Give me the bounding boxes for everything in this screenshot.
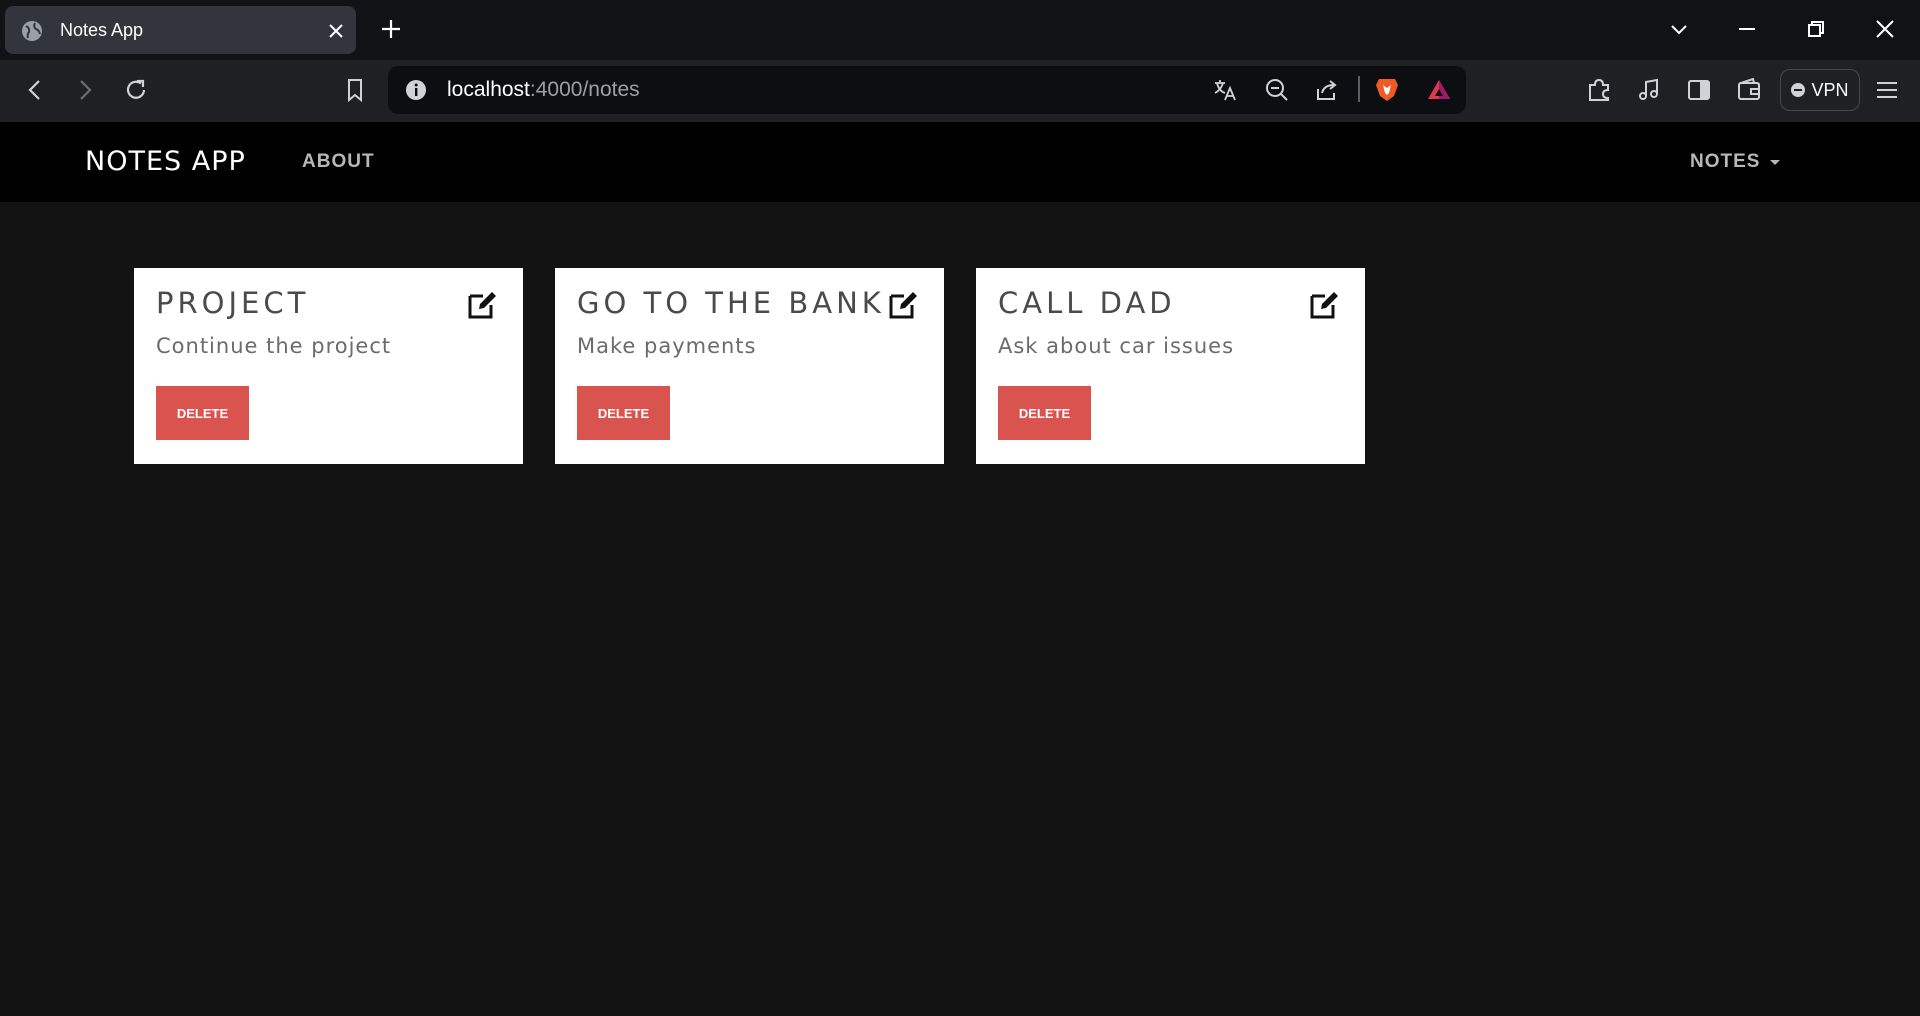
caret-down-icon [1770,159,1781,165]
puzzle-icon[interactable] [1586,77,1612,103]
vpn-button[interactable]: VPN [1780,69,1860,111]
share-icon[interactable] [1314,77,1340,103]
app-navbar: NOTES APP ABOUT NOTES [0,122,1920,202]
globe-icon [22,21,42,41]
nav-notes-label: NOTES [1690,151,1761,172]
chevron-down-icon[interactable] [1668,18,1690,40]
close-icon[interactable] [327,22,345,40]
vpn-status-icon [1791,83,1806,97]
reload-icon[interactable] [123,77,149,103]
wallet-icon[interactable] [1736,77,1762,103]
edit-icon[interactable] [888,290,920,320]
note-card: PROJECT Continue the project DELETE [134,268,523,464]
music-note-icon[interactable] [1636,77,1662,103]
tab-strip: Notes App [0,0,1920,60]
note-title: CALL DAD [998,286,1176,320]
close-window-icon[interactable] [1874,18,1896,40]
triangle-icon[interactable] [1426,77,1452,103]
note-card: CALL DAD Ask about car issues DELETE [976,268,1365,464]
note-body: Ask about car issues [998,334,1235,358]
vpn-label: VPN [1811,79,1849,100]
minimize-icon[interactable] [1736,18,1758,40]
edit-icon[interactable] [1309,290,1341,320]
delete-button[interactable]: DELETE [156,386,249,440]
tab-title: Notes App [60,20,144,40]
nav-about-link[interactable]: ABOUT [302,122,375,202]
note-body: Continue the project [156,334,392,358]
plus-icon[interactable] [380,18,402,40]
nav-notes-dropdown[interactable]: NOTES [1690,122,1781,202]
note-card: GO TO THE BANK Make payments DELETE [555,268,944,464]
brand-link[interactable]: NOTES APP [85,122,246,202]
arrow-right-icon[interactable] [72,77,98,103]
url-host: localhost [447,78,530,101]
info-icon[interactable] [405,79,427,101]
url-text[interactable]: localhost:4000/notes [447,75,640,105]
note-title: GO TO THE BANK [577,286,885,320]
restore-icon[interactable] [1805,18,1827,40]
delete-button[interactable]: DELETE [998,386,1091,440]
arrow-left-icon[interactable] [22,77,48,103]
sidebar-icon[interactable] [1686,77,1712,103]
browser-tab[interactable]: Notes App [5,6,356,54]
brave-lion-icon[interactable] [1374,76,1400,102]
hamburger-menu-icon[interactable] [1874,77,1900,103]
address-bar-separator [1358,76,1360,102]
zoom-out-icon[interactable] [1264,77,1290,103]
note-title: PROJECT [156,286,310,320]
url-path: :4000/notes [529,78,640,101]
edit-icon[interactable] [467,290,499,320]
translate-icon[interactable] [1212,77,1238,103]
delete-button[interactable]: DELETE [577,386,670,440]
note-body: Make payments [577,334,757,358]
bookmark-icon[interactable] [342,77,368,103]
